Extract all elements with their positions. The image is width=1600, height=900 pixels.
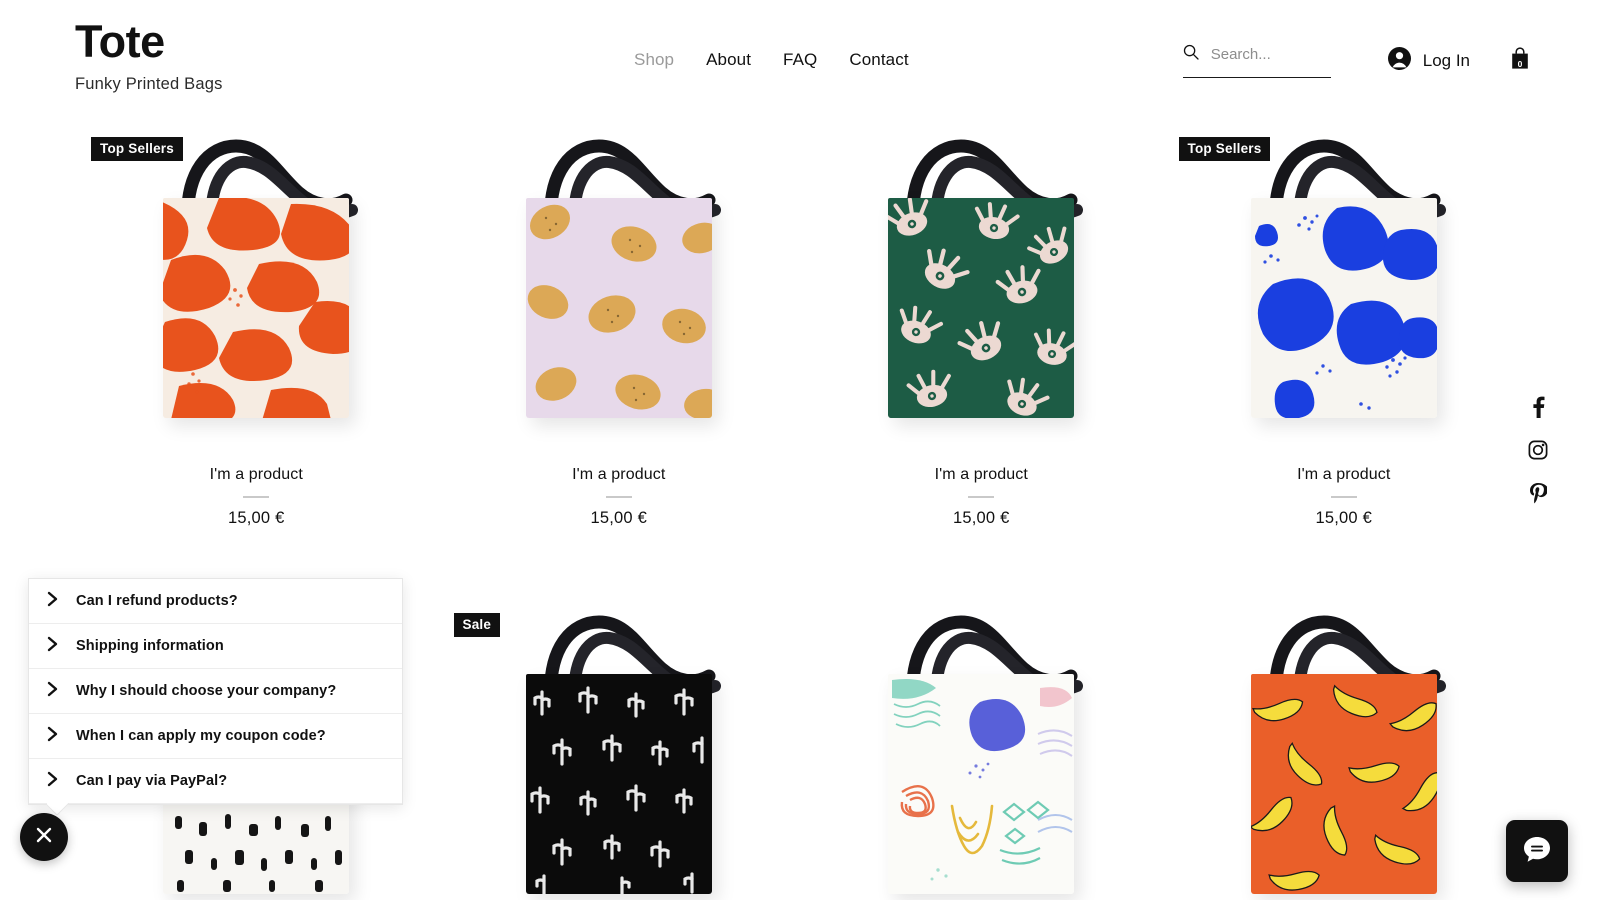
nav-item-shop[interactable]: Shop (634, 50, 674, 70)
product-title: I'm a product (572, 466, 666, 483)
brand-tagline: Funky Printed Bags (75, 75, 223, 94)
product-image[interactable] (841, 612, 1121, 900)
faq-item-label: Shipping information (76, 638, 224, 654)
product-card[interactable]: Top Sellers I'm a product 15,00 € (1163, 118, 1526, 528)
product-image[interactable] (479, 136, 759, 426)
chat-widget-button[interactable] (1506, 820, 1568, 882)
product-image[interactable] (1204, 612, 1484, 900)
chevron-right-icon (47, 591, 58, 612)
faq-item-label: Can I refund products? (76, 593, 238, 609)
search-icon (1183, 44, 1199, 65)
title-divider (968, 496, 995, 498)
pinterest-icon[interactable] (1529, 482, 1549, 509)
brand-logo[interactable]: Tote Funky Printed Bags (75, 18, 223, 94)
product-card[interactable]: I'm a product 15,00 € (800, 118, 1163, 528)
tote-bag (888, 673, 1075, 894)
product-price: 15,00 € (953, 508, 1010, 527)
tote-bag (888, 198, 1075, 418)
product-title: I'm a product (209, 466, 303, 483)
site-header: Tote Funky Printed Bags Shop About FAQ C… (0, 0, 1600, 118)
title-divider (243, 496, 270, 498)
product-image[interactable] (116, 136, 396, 426)
product-card[interactable]: Top Sellers I'm a product 15,00 € (75, 118, 438, 528)
product-image[interactable] (1204, 136, 1484, 426)
product-price: 15,00 € (228, 508, 285, 527)
product-row-1: Top Sellers I'm a product 15,00 € I'm a … (75, 118, 1525, 528)
status-badge: Top Sellers (91, 137, 183, 161)
faq-item-label: Why I should choose your company? (76, 683, 337, 699)
product-card[interactable]: I'm a product 15,00 € (800, 594, 1163, 900)
tote-bag (163, 198, 350, 418)
chevron-right-icon (47, 726, 58, 747)
faq-item-coupon[interactable]: When I can apply my coupon code? (29, 714, 402, 759)
faq-item-paypal[interactable]: Can I pay via PayPal? (29, 759, 402, 804)
chevron-right-icon (47, 771, 58, 792)
search-input[interactable] (1210, 46, 1321, 63)
login-label: Log In (1422, 51, 1470, 70)
product-card[interactable]: I'm a product 15,00 € (438, 118, 801, 528)
nav-item-about[interactable]: About (706, 50, 751, 70)
cart-button[interactable]: 0 (1510, 47, 1530, 75)
faq-item-refund[interactable]: Can I refund products? (29, 579, 402, 624)
product-image[interactable] (479, 612, 759, 900)
faq-popup: Can I refund products? Shipping informat… (28, 578, 403, 805)
login-button[interactable]: Log In (1387, 46, 1470, 76)
account-avatar-icon (1387, 46, 1412, 76)
product-image[interactable] (841, 136, 1121, 426)
faq-item-why-choose[interactable]: Why I should choose your company? (29, 669, 402, 714)
close-x-icon (34, 825, 54, 850)
tote-bag (1250, 198, 1437, 418)
product-card[interactable]: Sale (438, 594, 801, 900)
faq-close-button[interactable] (20, 813, 68, 861)
chevron-right-icon (47, 681, 58, 702)
status-badge: Top Sellers (1178, 137, 1271, 161)
product-title: I'm a product (934, 466, 1028, 483)
title-divider (605, 496, 632, 498)
chevron-right-icon (47, 636, 58, 657)
faq-item-shipping[interactable]: Shipping information (29, 624, 402, 669)
tote-bag (1250, 673, 1437, 894)
title-divider (1330, 496, 1357, 498)
product-price: 15,00 € (1315, 508, 1372, 527)
facebook-icon[interactable] (1532, 396, 1545, 423)
faq-item-label: When I can apply my coupon code? (76, 728, 326, 744)
tote-bag (525, 673, 712, 894)
nav-item-faq[interactable]: FAQ (783, 50, 817, 70)
social-rail (1528, 396, 1549, 509)
header-actions: Log In 0 (1182, 44, 1530, 78)
instagram-icon[interactable] (1528, 440, 1548, 465)
brand-title: Tote (75, 16, 165, 67)
nav-item-contact[interactable]: Contact (849, 50, 908, 70)
search-box[interactable] (1182, 44, 1331, 78)
main-navigation: Shop About FAQ Contact (634, 50, 909, 70)
cart-count-badge: 0 (1517, 59, 1523, 69)
product-title: I'm a product (1297, 466, 1391, 483)
tote-bag (525, 198, 712, 418)
status-badge: Sale (453, 612, 501, 637)
faq-item-label: Can I pay via PayPal? (76, 773, 228, 789)
product-price: 15,00 € (590, 508, 647, 527)
chat-bubble-icon (1521, 833, 1553, 870)
product-card[interactable]: I'm a product 15,00 € (1163, 594, 1526, 900)
